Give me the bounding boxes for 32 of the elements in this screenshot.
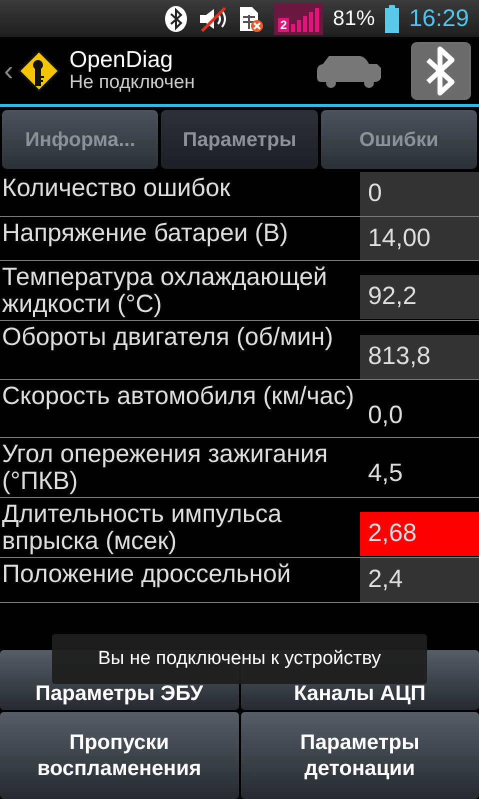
tab[interactable]: Информа... [2, 110, 158, 169]
parameter-value: 92,2 [360, 275, 479, 318]
connection-status: Не подключен [69, 72, 196, 94]
battery-percent: 81% [332, 6, 375, 32]
parameter-name: Длительность импульса впрыска (мсек) [1, 499, 283, 557]
battery-icon [384, 4, 399, 32]
parameter-value: 14,00 [360, 216, 479, 260]
clock: 16:29 [408, 4, 469, 34]
bluetooth-icon [164, 4, 188, 32]
parameter-name: Угол опережения зажигания (°ПКВ) [1, 439, 329, 497]
parameter-name: Обороты двигателя (об/мин) [1, 322, 334, 353]
parameter-name: Положение дроссельной [1, 559, 292, 590]
toast-message: Вы не подключены к устройству [52, 634, 427, 684]
parameter-value: 2,4 [360, 558, 479, 602]
parameter-name: Скорость автомобиля (км/час) [1, 380, 356, 412]
muted-speaker-icon [198, 6, 228, 32]
sim-error-icon [238, 4, 264, 32]
app-title: OpenDiag [69, 47, 174, 73]
sim-number: 2 [278, 18, 289, 32]
tab[interactable]: Ошибки [320, 110, 477, 169]
parameter-value: 0 [360, 172, 479, 216]
parameter-name: Напряжение батареи (В) [1, 218, 290, 248]
parameter-value: 813,8 [360, 335, 479, 378]
adapter-bluetooth-button[interactable] [411, 42, 471, 100]
menu-button[interactable]: Параметры детонации [240, 712, 479, 799]
parameter-name: Температура охлаждающей жидкости (°C) [1, 262, 328, 320]
app-key-icon [17, 48, 62, 92]
parameter-name: Количество ошибок [1, 173, 232, 204]
back-button[interactable]: ‹ [4, 50, 14, 92]
parameter-value: 2,68 [360, 512, 479, 556]
tab[interactable]: Параметры [161, 110, 318, 169]
menu-button[interactable]: Пропуски воспламенения [0, 712, 238, 799]
